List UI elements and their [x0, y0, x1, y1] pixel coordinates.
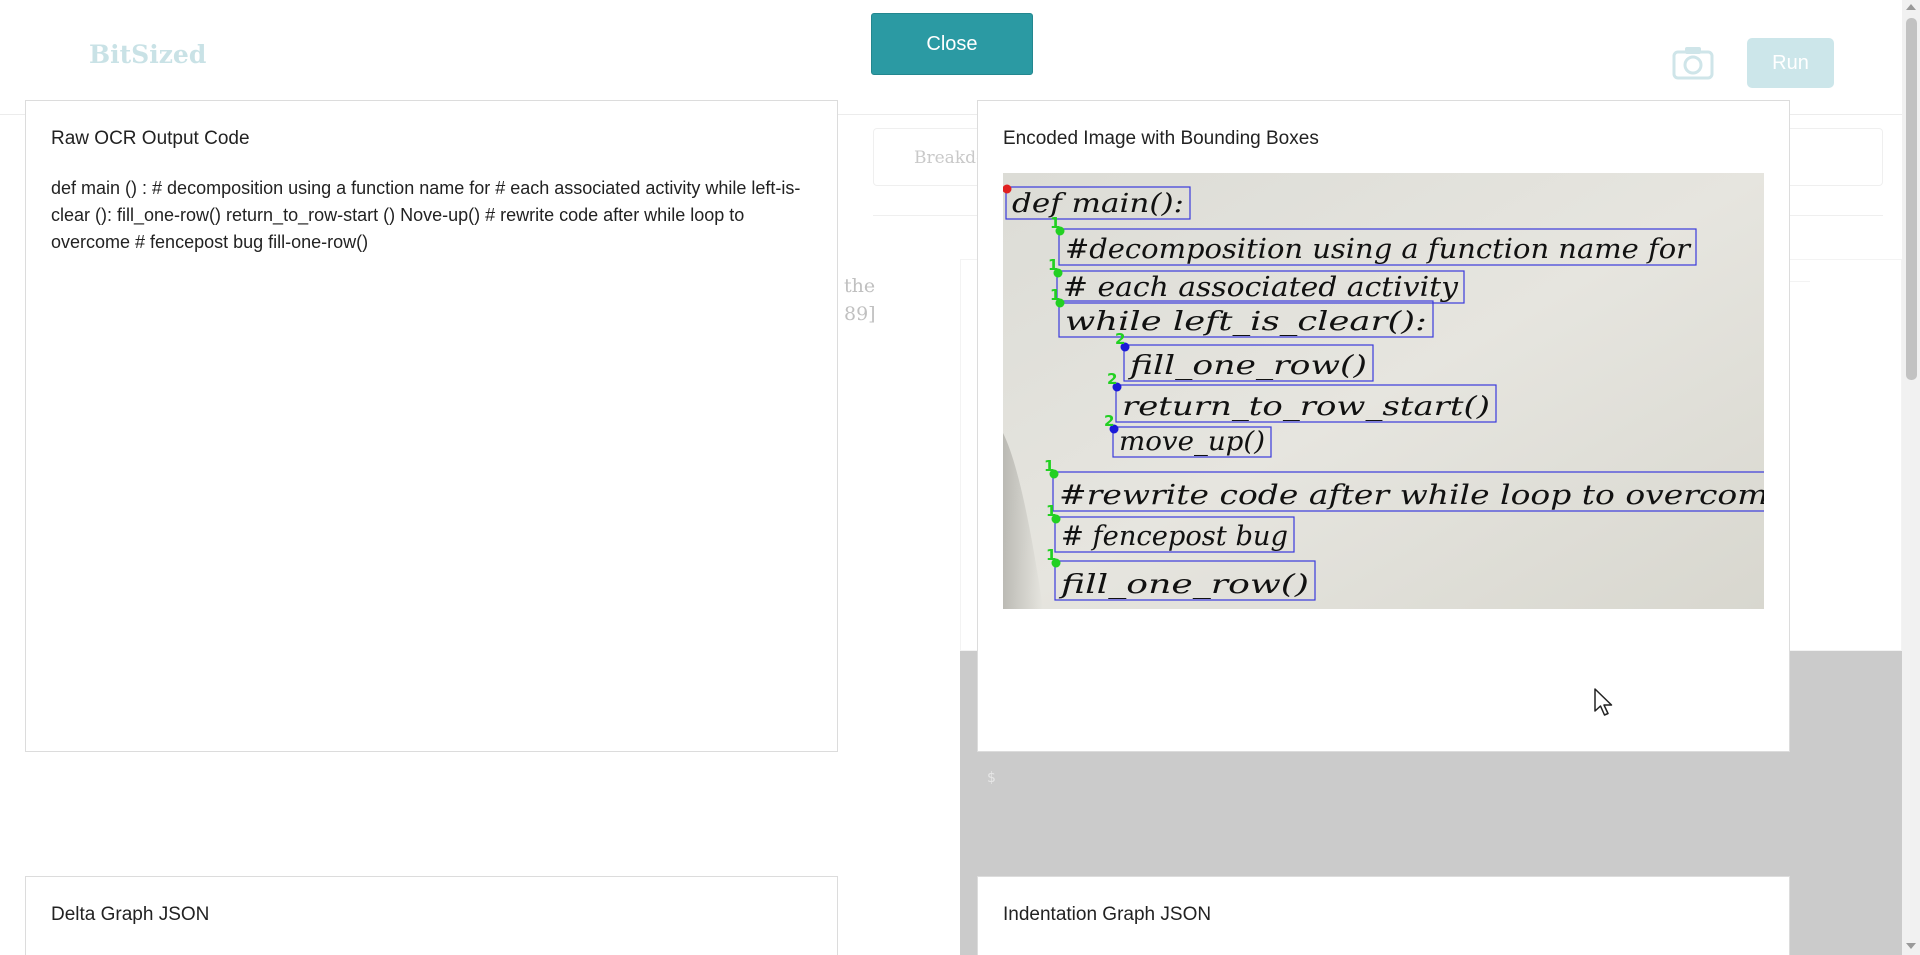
indent-level-label: 2 — [1107, 370, 1117, 388]
background-text-line: the — [844, 275, 876, 297]
card-title: Encoded Image with Bounding Boxes — [1003, 128, 1319, 149]
handwritten-text: return_to_row_start() — [1122, 392, 1490, 422]
run-button[interactable]: Run — [1747, 38, 1834, 88]
scrollbar-thumb[interactable] — [1906, 18, 1917, 380]
handwritten-text: move_up() — [1119, 427, 1265, 457]
handwritten-text: #rewrite code after while loop to overco… — [1059, 480, 1764, 511]
encoded-image-card: Encoded Image with Bounding Boxes def ma… — [977, 100, 1790, 752]
handwritten-text: def main(): — [1012, 189, 1184, 219]
delta-graph-card: Delta Graph JSON — [25, 876, 838, 955]
indent-level-label: 1 — [1050, 214, 1060, 232]
close-button[interactable]: Close — [871, 13, 1033, 75]
indent-level-label: 2 — [1104, 412, 1114, 430]
ocr-output-text: def main () : # decomposition using a fu… — [51, 178, 801, 252]
indentation-graph-card: Indentation Graph JSON — [977, 876, 1790, 955]
card-title: Indentation Graph JSON — [1003, 904, 1212, 925]
breakdown-label: Breakdo — [914, 148, 987, 168]
indent-level-label: 1 — [1050, 286, 1060, 304]
indent-level-label: 1 — [1046, 502, 1056, 520]
handwritten-text: # fencepost bug — [1061, 521, 1288, 552]
app-logo[interactable]: BitSized — [89, 40, 206, 69]
scroll-down-icon[interactable] — [1906, 943, 1916, 949]
handwritten-line: def main(): — [1003, 184, 1191, 220]
card-title: Delta Graph JSON — [51, 904, 210, 925]
handwritten-text: fill_one_row() — [1127, 351, 1367, 381]
dollar-sign: $ — [987, 770, 996, 786]
handwritten-text: fill_one_row() — [1058, 570, 1309, 600]
indent-level-label: 1 — [1046, 546, 1056, 564]
mouse-pointer-icon — [1594, 688, 1613, 716]
raw-ocr-card: Raw OCR Output Code def main () : # deco… — [25, 100, 838, 752]
scroll-up-icon[interactable] — [1906, 4, 1916, 10]
background-text-line: 89] — [844, 303, 876, 325]
handwritten-code-image: def main(): #decomposition using a functi… — [1003, 173, 1764, 609]
camera-icon[interactable] — [1672, 44, 1714, 80]
handwritten-text: # each associated activity — [1063, 272, 1459, 303]
indent-level-label: 2 — [1115, 330, 1125, 348]
background-text: the 89] — [844, 272, 876, 328]
indent-level-label: 1 — [1048, 256, 1058, 274]
indent-level-label: 1 — [1044, 457, 1054, 475]
card-title: Raw OCR Output Code — [51, 128, 250, 149]
handwritten-text: #decomposition using a function name for — [1065, 234, 1692, 265]
